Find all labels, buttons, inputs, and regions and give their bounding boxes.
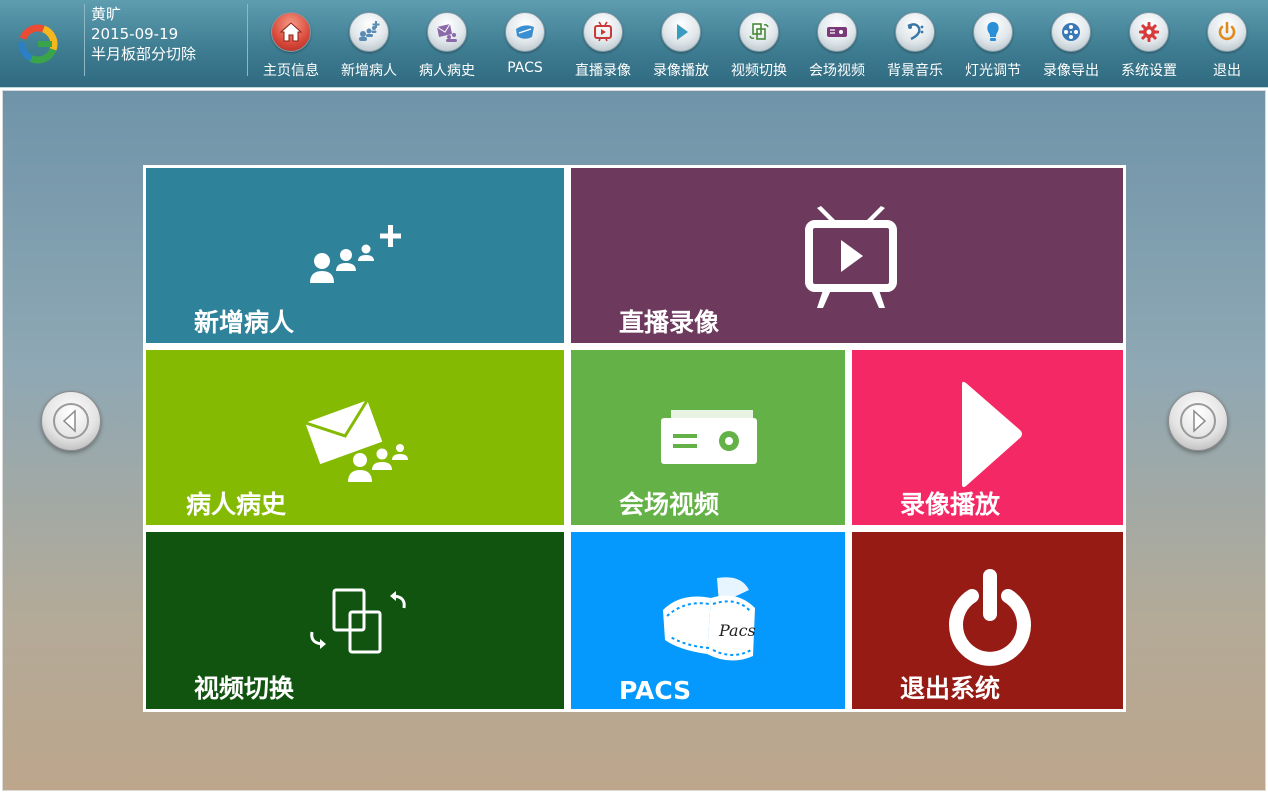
tile-label: 直播录像 (619, 308, 720, 337)
nav-label: 主页信息 (263, 63, 319, 79)
add-patient-icon (349, 12, 389, 52)
gear-icon (1129, 12, 1169, 52)
nav-item-venue-video[interactable]: 会场视频 (798, 8, 876, 84)
tile-recording-playback[interactable]: 录像播放 (852, 350, 1123, 525)
nav-label: 灯光调节 (965, 63, 1021, 79)
tile-add-patient[interactable]: 新增病人 (146, 168, 564, 343)
projector-icon (661, 410, 757, 464)
film-roll-icon: Pacs (663, 577, 756, 661)
nav-label: 会场视频 (809, 63, 865, 79)
nav-item-live-recording[interactable]: 直播录像 (564, 8, 642, 84)
tile-label: PACS (619, 676, 692, 705)
nav-item-system-settings[interactable]: 系统设置 (1110, 8, 1188, 84)
nav-item-recording-export[interactable]: 录像导出 (1032, 8, 1110, 84)
nav-label: 视频切换 (731, 63, 787, 79)
previous-page-button[interactable] (41, 391, 101, 451)
patient-history-icon (304, 399, 408, 482)
light-bulb-icon (973, 12, 1013, 52)
play-icon (661, 12, 701, 52)
video-switch-icon (739, 12, 779, 52)
nav-item-background-music[interactable]: 背景音乐 (876, 8, 954, 84)
film-reel-icon (1051, 12, 1091, 52)
patient-name: 黄旷 (91, 5, 122, 23)
tile-live-recording[interactable]: 直播录像 (571, 168, 1123, 343)
nav-item-exit[interactable]: 退出 (1188, 8, 1266, 84)
play-icon (962, 381, 1022, 488)
tile-label: 视频切换 (194, 674, 295, 703)
live-tv-icon (583, 12, 623, 52)
tile-label: 会场视频 (619, 490, 720, 519)
tile-venue-video[interactable]: 会场视频 (571, 350, 845, 525)
live-tv-icon (805, 206, 897, 308)
nav-label: 直播录像 (575, 63, 631, 79)
function-tile-grid: 新增病人 直播录像 病人病史 会场视频 录像播放 视频切换 Pacs PACS … (143, 165, 1126, 712)
nav-item-add-patient[interactable]: 新增病人 (330, 8, 408, 84)
pacs-icon-text: Pacs (718, 621, 756, 640)
nav-label: 新增病人 (341, 63, 397, 79)
nav-item-patient-history[interactable]: 病人病史 (408, 8, 486, 84)
music-icon (895, 12, 935, 52)
main-content-area: 新增病人 直播录像 病人病史 会场视频 录像播放 视频切换 Pacs PACS … (2, 90, 1266, 791)
nav-item-pacs[interactable]: PACS (486, 8, 564, 84)
nav-label: 系统设置 (1121, 63, 1177, 79)
tile-video-switch[interactable]: 视频切换 (146, 532, 564, 709)
tile-patient-history[interactable]: 病人病史 (146, 350, 564, 525)
add-patient-icon (310, 225, 401, 283)
home-icon (271, 12, 311, 52)
top-navigation-bar: 黄旷 2015-09-19 半月板部分切除 主页信息 新增病人 病人病史 PAC… (0, 0, 1268, 88)
patient-info-panel: 黄旷 2015-09-19 半月板部分切除 (84, 4, 248, 76)
projector-icon (817, 12, 857, 52)
nav-item-light-adjust[interactable]: 灯光调节 (954, 8, 1032, 84)
nav-item-video-switch[interactable]: 视频切换 (720, 8, 798, 84)
video-switch-icon (310, 588, 406, 654)
tile-label: 新增病人 (194, 308, 295, 337)
nav-label: 录像导出 (1043, 63, 1099, 79)
nav-label: PACS (507, 60, 543, 76)
nav-item-home[interactable]: 主页信息 (252, 8, 330, 84)
tile-label: 退出系统 (900, 674, 1001, 703)
power-icon (949, 569, 1031, 666)
nav-item-recording-playback[interactable]: 录像播放 (642, 8, 720, 84)
power-icon (1207, 12, 1247, 52)
tile-label: 录像播放 (900, 490, 1001, 519)
patient-history-icon (427, 12, 467, 52)
surgery-name: 半月板部分切除 (91, 45, 197, 63)
nav-label: 背景音乐 (887, 63, 943, 79)
arrow-left-icon (53, 403, 89, 439)
pacs-icon (505, 12, 545, 52)
tile-label: 病人病史 (186, 490, 287, 519)
arrow-right-icon (1180, 403, 1216, 439)
app-logo-icon (18, 24, 58, 64)
nav-label: 病人病史 (419, 63, 475, 79)
nav-label: 退出 (1213, 63, 1241, 79)
surgery-date: 2015-09-19 (91, 25, 179, 43)
tile-exit-system[interactable]: 退出系统 (852, 532, 1123, 709)
nav-label: 录像播放 (653, 63, 709, 79)
tile-pacs[interactable]: Pacs PACS (571, 532, 845, 709)
next-page-button[interactable] (1168, 391, 1228, 451)
